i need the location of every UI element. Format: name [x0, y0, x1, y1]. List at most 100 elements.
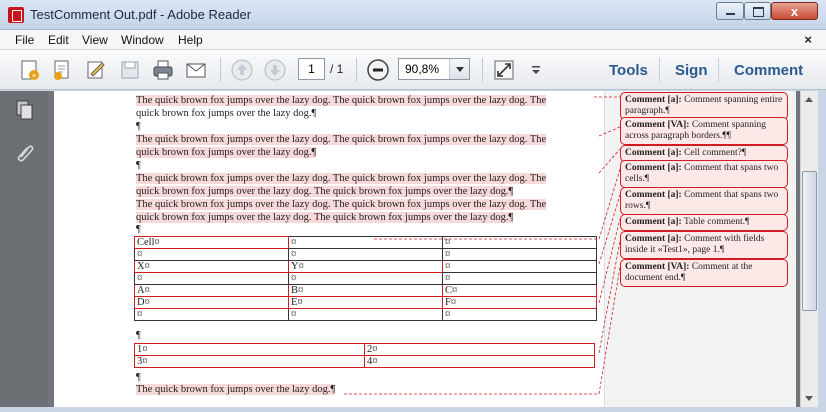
comment-bubble[interactable]: Comment [VA]: Comment spanning across pa…: [620, 117, 788, 145]
table-cell: ¤: [442, 308, 597, 321]
paragraph-line: The quick brown fox jumps over the lazy …: [136, 95, 547, 106]
toolbar-separator: [718, 58, 719, 82]
table-row: ¤ ¤ ¤: [134, 308, 597, 321]
create-pdf-icon[interactable]: +: [18, 58, 42, 82]
sign-icon[interactable]: [84, 58, 108, 82]
maximize-button[interactable]: [744, 2, 771, 20]
table-cell: ¤: [442, 272, 597, 285]
table-cell: 3¤: [134, 355, 365, 368]
table-cell: ¤: [134, 248, 289, 261]
table-row: A¤ B¤ C¤: [134, 284, 597, 297]
paragraph-mark: ¶: [136, 224, 141, 235]
close-document-icon[interactable]: ×: [804, 32, 812, 47]
table-row: ¤ ¤ ¤: [134, 248, 597, 261]
paragraph-line: The quick brown fox jumps over the lazy …: [136, 134, 547, 145]
table-cell: ¤: [288, 248, 443, 261]
paragraph-line: quick brown fox jumps over the lazy dog.…: [136, 212, 514, 223]
document-table: Cell¤ ¤ ¤ ¤ ¤ ¤ X¤ Y¤ ¤ ¤ ¤ ¤ A¤ B¤ C¤ D…: [134, 236, 597, 321]
table-row: D¤ E¤ F¤: [134, 296, 597, 309]
table-cell: F¤: [442, 296, 597, 309]
save-icon[interactable]: [118, 58, 142, 82]
attachment-icon[interactable]: [14, 141, 36, 163]
table-cell: ¤: [442, 248, 597, 261]
navigation-pane: [0, 91, 48, 407]
table-cell: D¤: [134, 296, 289, 309]
table-row: X¤ Y¤ ¤: [134, 260, 597, 273]
table-row: Cell¤ ¤ ¤: [134, 236, 597, 249]
menu-edit[interactable]: Edit: [48, 33, 69, 47]
comment-bubble[interactable]: Comment [a]: Comment that spans two rows…: [620, 187, 788, 215]
paragraph-line: The quick brown fox jumps over the lazy …: [136, 199, 547, 210]
table-cell: ¤: [442, 260, 597, 273]
comment-bubble[interactable]: Comment [a]: Table comment.¶: [620, 214, 788, 231]
next-page-icon[interactable]: [263, 58, 287, 82]
title-bar: TestComment Out.pdf - Adobe Reader x: [0, 0, 826, 30]
zoom-value: 90,8%: [405, 62, 440, 76]
toolbar: + 1 / 1 90,8% Tools Sign Comment: [0, 50, 826, 90]
table-cell: ¤: [288, 272, 443, 285]
fit-page-icon[interactable]: [492, 58, 516, 82]
table-row: ¤ ¤ ¤: [134, 272, 597, 285]
tools-pane-button[interactable]: Tools: [609, 62, 648, 79]
menu-bar: File Edit View Window Help ×: [0, 30, 826, 50]
zoom-out-icon[interactable]: [366, 58, 390, 82]
menu-file[interactable]: File: [15, 33, 34, 47]
paragraph-line: The quick brown fox jumps over the lazy …: [136, 173, 547, 184]
table-cell: E¤: [288, 296, 443, 309]
edit-pdf-icon[interactable]: [50, 58, 74, 82]
document-table-small: 1¤ 2¤ 3¤ 4¤: [134, 343, 595, 368]
document-viewport[interactable]: The quick brown fox jumps over the lazy …: [48, 91, 800, 407]
svg-text:+: +: [32, 71, 37, 80]
page-total: / 1: [330, 62, 344, 76]
table-cell: ¤: [288, 308, 443, 321]
more-tools-icon[interactable]: [524, 58, 548, 82]
sign-pane-button[interactable]: Sign: [675, 62, 708, 79]
table-cell: C¤: [442, 284, 597, 297]
window-frame: [818, 91, 826, 407]
pages-icon[interactable]: [14, 99, 36, 121]
paragraph-line: quick brown fox jumps over the lazy dog.…: [136, 108, 317, 119]
close-window-button[interactable]: x: [771, 2, 818, 20]
table-cell: B¤: [288, 284, 443, 297]
toolbar-separator: [659, 58, 660, 82]
paragraph-line: quick brown fox jumps over the lazy dog.…: [136, 147, 317, 158]
table-cell: X¤: [134, 260, 289, 273]
page-number-input[interactable]: 1: [298, 58, 325, 80]
prev-page-icon[interactable]: [230, 58, 254, 82]
scroll-down-icon[interactable]: [801, 390, 818, 407]
toolbar-separator: [482, 58, 483, 82]
window-frame: [0, 407, 826, 412]
print-icon[interactable]: [151, 58, 175, 82]
pdf-page: The quick brown fox jumps over the lazy …: [54, 91, 796, 407]
comment-bubble[interactable]: Comment [a]: Comment with fields inside …: [620, 231, 788, 259]
menu-window[interactable]: Window: [121, 33, 164, 47]
comment-bubble[interactable]: Comment [VA]: Comment at the document en…: [620, 259, 788, 287]
paragraph-line: The quick brown fox jumps over the lazy …: [136, 384, 336, 395]
table-cell: 1¤: [134, 343, 365, 356]
email-icon[interactable]: [184, 58, 208, 82]
paragraph-mark: ¶: [136, 330, 141, 341]
menu-help[interactable]: Help: [178, 33, 203, 47]
scroll-thumb[interactable]: [802, 171, 817, 311]
table-cell: Y¤: [288, 260, 443, 273]
paragraph-line: quick brown fox jumps over the lazy dog.…: [136, 186, 514, 197]
chevron-down-icon[interactable]: [449, 59, 469, 79]
menu-view[interactable]: View: [82, 33, 108, 47]
table-cell: Cell¤: [134, 236, 289, 249]
vertical-scrollbar[interactable]: [800, 91, 818, 407]
window-title: TestComment Out.pdf - Adobe Reader: [30, 7, 252, 22]
table-cell: ¤: [288, 236, 443, 249]
paragraph-mark: ¶: [136, 121, 141, 132]
table-cell: 2¤: [364, 343, 595, 356]
table-cell: ¤: [134, 308, 289, 321]
scroll-up-icon[interactable]: [801, 91, 818, 108]
table-cell: 4¤: [364, 355, 595, 368]
table-row: 3¤ 4¤: [134, 355, 595, 368]
toolbar-separator: [356, 58, 357, 82]
comment-bubble[interactable]: Comment [a]: Comment spanning entire par…: [620, 92, 788, 120]
comment-pane-button[interactable]: Comment: [734, 62, 803, 79]
comment-bubble[interactable]: Comment [a]: Comment that spans two cell…: [620, 160, 788, 188]
table-row: 1¤ 2¤: [134, 343, 595, 356]
zoom-select[interactable]: 90,8%: [398, 58, 470, 80]
minimize-button[interactable]: [716, 2, 744, 20]
